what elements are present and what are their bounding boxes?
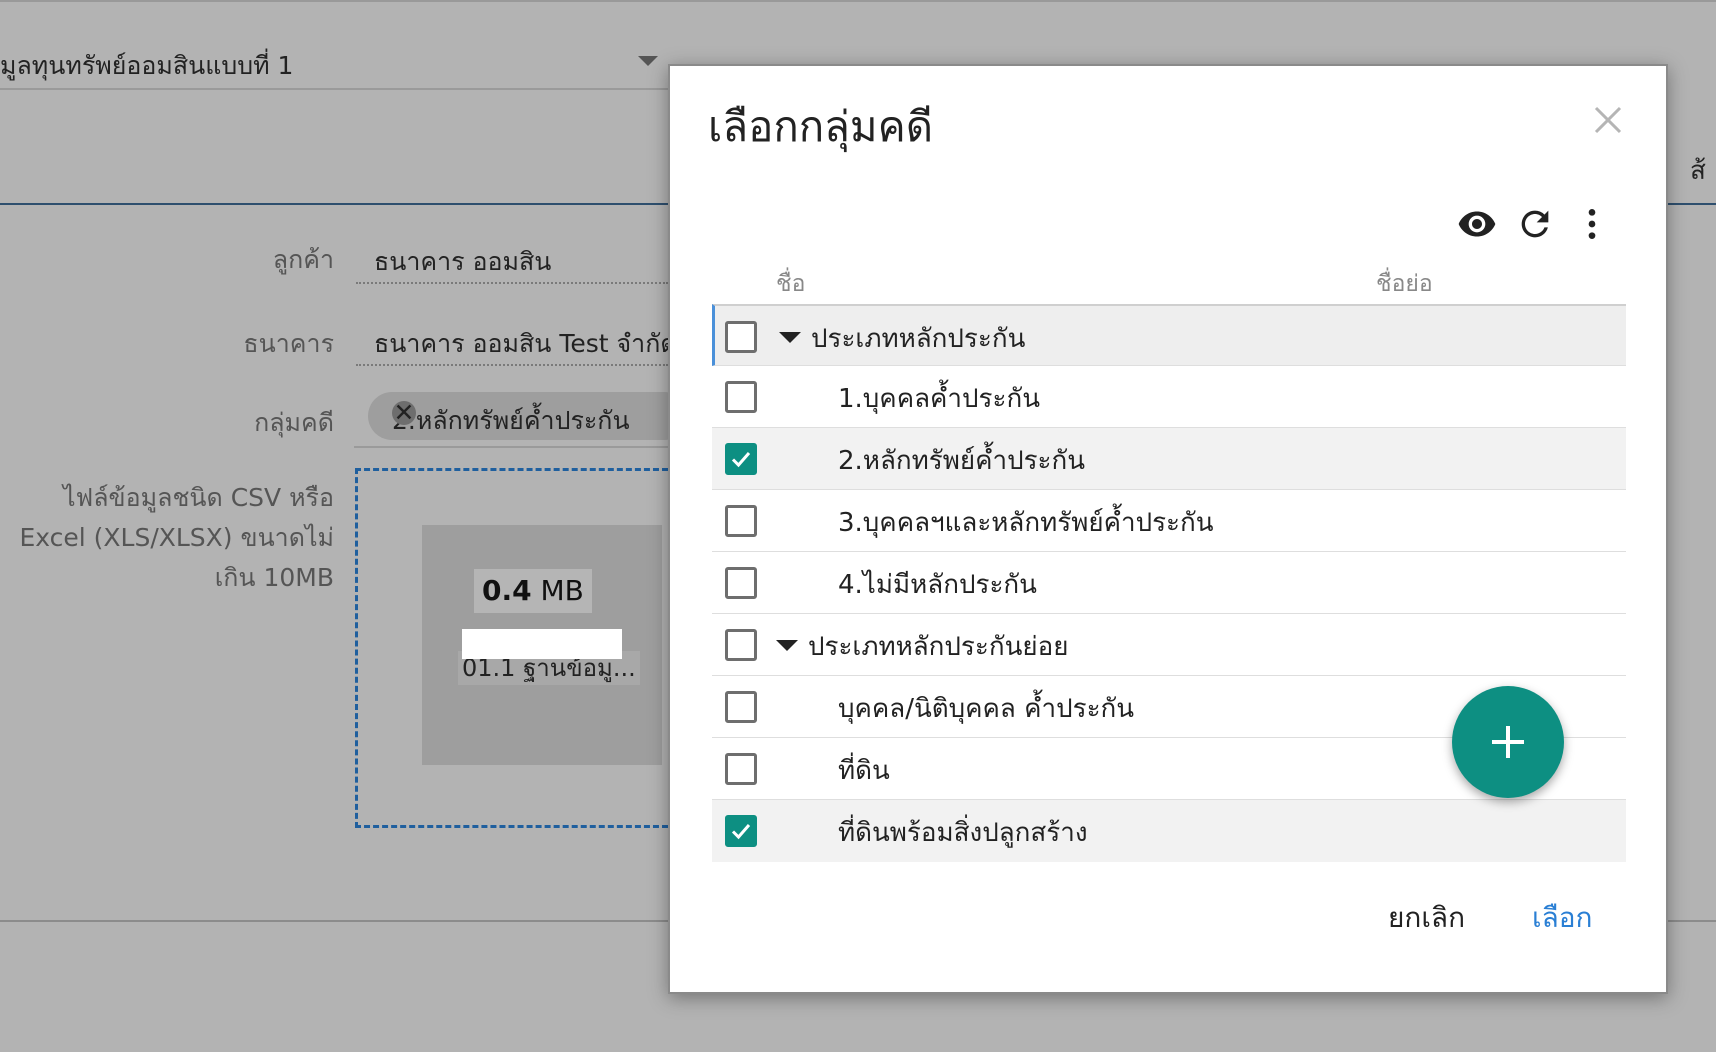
- file-name-highlight: [462, 629, 622, 659]
- file-dropzone[interactable]: 0.4 MB 01.1 ฐานข้อมู...: [355, 468, 668, 828]
- customer-value: ธนาคาร ออมสิน: [374, 247, 552, 276]
- checkbox[interactable]: [725, 691, 757, 723]
- file-card[interactable]: 0.4 MB 01.1 ฐานข้อมู...: [422, 525, 662, 765]
- tree-row-label: ประเภทหลักประกัน: [811, 324, 1026, 354]
- checkbox[interactable]: [725, 753, 757, 785]
- checkbox[interactable]: [725, 629, 757, 661]
- caret-down-icon[interactable]: [779, 332, 801, 343]
- case-group-label: กลุ่มคดี: [254, 408, 334, 437]
- column-header-name[interactable]: ชื่อ: [776, 266, 805, 302]
- tree-row-label: ประเภทหลักประกันย่อย: [808, 632, 1069, 662]
- tree-row-label: 1.บุคคลค้ำประกัน: [838, 384, 1040, 414]
- chip-remove-icon[interactable]: ✕: [392, 400, 416, 425]
- checkbox[interactable]: [725, 321, 757, 353]
- checkbox-checked[interactable]: [725, 815, 757, 847]
- tree-row[interactable]: ประเภทหลักประกัน: [712, 304, 1626, 366]
- file-requirement-label: ไฟล์ข้อมูลชนิด CSV หรือ Excel (XLS/XLSX)…: [19, 483, 334, 592]
- tree-row-label: 3.บุคคลฯและหลักทรัพย์ค้ำประกัน: [838, 508, 1214, 538]
- file-size-unit: MB: [540, 574, 584, 607]
- select-case-group-dialog: เลือกกลุ่มคดี ชื่อ ชื่อย่อ ประเภทหลักประ…: [668, 64, 1668, 994]
- tree-row-label: 4.ไม่มีหลักประกัน: [838, 570, 1037, 600]
- cut-off-text: ส้: [1690, 156, 1706, 186]
- tree-row[interactable]: 3.บุคคลฯและหลักทรัพย์ค้ำประกัน: [712, 490, 1626, 552]
- dropdown-arrow-icon: [638, 56, 658, 66]
- customer-label: ลูกค้า: [272, 245, 334, 274]
- template-select[interactable]: มูลทุนทรัพย์ออมสินแบบที่ 1: [0, 32, 668, 90]
- more-vert-icon[interactable]: [1572, 204, 1612, 244]
- tree-row-label: บุคคล/นิติบุคคล ค้ำประกัน: [838, 694, 1135, 724]
- tree-row[interactable]: ที่ดินพร้อมสิ่งปลูกสร้าง: [712, 800, 1626, 862]
- file-size-number: 0.4: [482, 574, 532, 607]
- bank-label: ธนาคาร: [243, 329, 334, 358]
- tree-row[interactable]: 1.บุคคลค้ำประกัน: [712, 366, 1626, 428]
- tree-row[interactable]: 2.หลักทรัพย์ค้ำประกัน: [712, 428, 1626, 490]
- case-group-field[interactable]: 2.หลักทรัพย์ค้ำประกัน ✕: [354, 384, 688, 448]
- caret-down-icon[interactable]: [776, 640, 798, 651]
- plus-icon: [1492, 726, 1524, 758]
- case-group-chip-label: 2.หลักทรัพย์ค้ำประกัน: [392, 406, 630, 435]
- checkbox[interactable]: [725, 381, 757, 413]
- checkbox-checked[interactable]: [725, 443, 757, 475]
- dialog-title: เลือกกลุ่มคดี: [708, 102, 933, 151]
- tree-row-label: 2.หลักทรัพย์ค้ำประกัน: [838, 446, 1086, 476]
- refresh-icon[interactable]: [1515, 204, 1555, 244]
- case-group-chip[interactable]: 2.หลักทรัพย์ค้ำประกัน ✕: [368, 392, 688, 440]
- bank-value: ธนาคาร ออมสิน Test จำกัด: [374, 329, 668, 358]
- close-icon[interactable]: [1588, 100, 1628, 140]
- customer-field[interactable]: ธนาคาร ออมสิน: [356, 236, 668, 284]
- tree-row[interactable]: ประเภทหลักประกันย่อย: [712, 614, 1626, 676]
- file-size: 0.4 MB: [474, 569, 592, 613]
- add-button[interactable]: [1452, 686, 1564, 798]
- template-select-value: มูลทุนทรัพย์ออมสินแบบที่ 1: [0, 51, 294, 80]
- top-divider: [0, 0, 1716, 2]
- bank-field[interactable]: ธนาคาร ออมสิน Test จำกัด: [356, 318, 668, 366]
- tree-row-label: ที่ดินพร้อมสิ่งปลูกสร้าง: [838, 818, 1088, 848]
- column-header-short-name[interactable]: ชื่อย่อ: [1376, 266, 1433, 302]
- eye-icon[interactable]: [1457, 204, 1497, 244]
- select-button[interactable]: เลือก: [1532, 896, 1593, 940]
- checkbox[interactable]: [725, 567, 757, 599]
- cancel-button[interactable]: ยกเลิก: [1388, 896, 1465, 940]
- tree-row-label: ที่ดิน: [838, 756, 890, 786]
- checkbox[interactable]: [725, 505, 757, 537]
- tree-row[interactable]: 4.ไม่มีหลักประกัน: [712, 552, 1626, 614]
